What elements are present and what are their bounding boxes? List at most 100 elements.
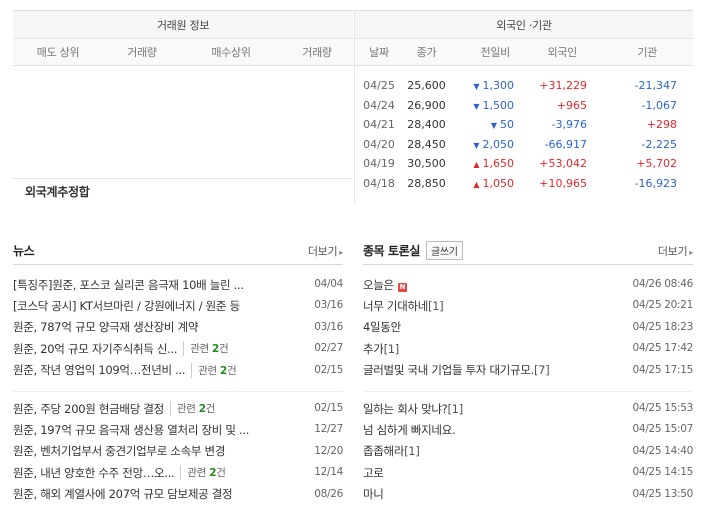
broker-info-panel: 거래원 정보 매도 상위 거래량 매수상위 거래량 외국계추정합	[13, 10, 353, 204]
news-headline[interactable]: 원준, 20억 규모 자기주식취득 신...	[13, 341, 177, 357]
post-item[interactable]: 오늘은 N 04/26 08:46	[363, 274, 693, 295]
news-date: 12/20	[314, 444, 343, 457]
post-title-wrap[interactable]: 일하는 회사 맞냐?[1]	[363, 401, 463, 417]
news-headline[interactable]: 원준, 내년 양호한 수주 전망…오...	[13, 465, 174, 481]
related-label: 관련	[176, 403, 196, 416]
news-item[interactable]: 원준, 해외 계열사에 207억 규모 담보제공 결정 08/26	[13, 484, 343, 505]
table-row: 04/19 30,500 ▲ 1,650 +53,042 +5,702	[355, 154, 693, 174]
news-headline[interactable]: 원준, 197억 규모 음극재 생산용 열처리 장비 및 ...	[13, 422, 249, 438]
post-item[interactable]: 고로 04/25 14:15	[363, 462, 693, 483]
comment-count: [1]	[428, 299, 444, 314]
discussion-section: 종목 토론실 글쓰기 더보기 ▸ 오늘은 N 04/26 08:46 너무 기대하네[1…	[363, 237, 693, 505]
row-date: 04/18	[363, 176, 395, 190]
post-title-wrap[interactable]: 글러벌및 국내 기업들 투자 대기규모.[7]	[363, 362, 549, 378]
chevron-right-icon: ▸	[689, 248, 693, 257]
post-title-wrap[interactable]: 오늘은 N	[363, 277, 407, 293]
post-item[interactable]: 너무 기대하네[1] 04/25 20:21	[363, 295, 693, 316]
divider	[363, 381, 693, 392]
post-title-wrap[interactable]: 너무 기대하네[1]	[363, 298, 443, 314]
row-foreign: +31,229	[539, 79, 587, 93]
post-date: 04/25 17:15	[632, 363, 693, 376]
news-item[interactable]: 원준, 작년 영업익 109억…전년비 ... 관련 2건 02/15	[13, 360, 343, 381]
news-more-link[interactable]: 더보기 ▸	[308, 243, 343, 259]
header-date: 날짜	[369, 46, 389, 59]
row-close: 26,900	[407, 98, 446, 112]
row-change-value: 2,050	[482, 137, 515, 151]
post-title[interactable]: 마니	[363, 487, 384, 501]
post-title[interactable]: 넘 심하게 빠지네요.	[363, 423, 455, 437]
post-title-wrap[interactable]: 4일동안	[363, 319, 401, 335]
row-close: 25,600	[407, 79, 446, 93]
related-count: 2	[219, 364, 227, 377]
news-item[interactable]: 원준, 주당 200원 현금배당 결정 관련 2건 02/15	[13, 398, 343, 419]
news-more-label: 더보기	[307, 245, 338, 258]
post-item[interactable]: 추가[1] 04/25 17:42	[363, 338, 693, 359]
news-headline[interactable]: 원준, 작년 영업익 109억…전년비 ...	[13, 362, 185, 378]
post-date: 04/25 15:07	[632, 423, 693, 436]
post-item[interactable]: 4일동안 04/25 18:23	[363, 317, 693, 338]
post-title[interactable]: 일하는 회사 맞냐?	[363, 402, 448, 416]
related-news-count[interactable]: 관련 2건	[183, 341, 229, 357]
news-header: 뉴스 더보기 ▸	[13, 237, 343, 265]
row-foreign: +53,042	[539, 157, 587, 171]
post-title-wrap[interactable]: 좁좁해라[1]	[363, 443, 420, 459]
post-title-wrap[interactable]: 고로	[363, 465, 384, 481]
post-title-wrap[interactable]: 넘 심하게 빠지네요.	[363, 422, 455, 438]
post-item[interactable]: 좁좁해라[1] 04/25 14:40	[363, 441, 693, 462]
post-date: 04/25 17:42	[632, 342, 693, 355]
header-buy-top: 매수상위	[211, 46, 251, 59]
table-row: 04/24 26,900 ▼ 1,500 +965 -1,067	[355, 96, 693, 116]
related-news-count[interactable]: 관련 2건	[191, 362, 237, 378]
related-news-count[interactable]: 관련 2건	[169, 401, 215, 417]
row-change-value: 1,500	[482, 98, 515, 112]
post-date: 04/25 14:40	[632, 444, 693, 457]
chevron-right-icon: ▸	[339, 248, 343, 257]
post-title[interactable]: 고로	[363, 466, 384, 480]
news-headline[interactable]: [특징주]원준, 포스코 실리콘 음극재 10배 늘린 ...	[13, 277, 244, 293]
post-title[interactable]: 너무 기대하네	[363, 299, 428, 313]
news-headline[interactable]: 원준, 주당 200원 현금배당 결정	[13, 401, 164, 417]
post-title-wrap[interactable]: 추가[1]	[363, 341, 399, 357]
news-item[interactable]: [특징주]원준, 포스코 실리콘 음극재 10배 늘린 ... 04/04	[13, 274, 343, 295]
row-change: ▼ 1,300	[450, 79, 520, 92]
post-item[interactable]: 글러벌및 국내 기업들 투자 대기규모.[7] 04/25 17:15	[363, 360, 693, 381]
post-title[interactable]: 오늘은	[363, 278, 394, 292]
row-date: 04/24	[363, 98, 395, 112]
new-badge-icon: N	[397, 282, 407, 292]
news-headline[interactable]: 원준, 787억 규모 양극재 생산장비 계약	[13, 319, 198, 335]
table-row: 04/20 28,450 ▼ 2,050 -66,917 -2,225	[355, 135, 693, 155]
news-item[interactable]: 원준, 197억 규모 음극재 생산용 열처리 장비 및 ... 12/27	[13, 419, 343, 440]
news-headline[interactable]: [코스닥 공시] KT서브마린 / 강원에너지 / 원준 등	[13, 298, 240, 314]
triangle-down-icon: ▼	[473, 82, 480, 92]
row-change: ▼ 2,050	[450, 138, 520, 151]
post-title[interactable]: 4일동안	[363, 320, 401, 334]
write-button[interactable]: 글쓰기	[425, 241, 463, 260]
news-date: 02/15	[314, 363, 343, 376]
news-date: 12/14	[314, 466, 343, 479]
news-item[interactable]: [코스닥 공시] KT서브마린 / 강원에너지 / 원준 등 03/16	[13, 295, 343, 316]
discussion-more-link[interactable]: 더보기 ▸	[658, 243, 693, 259]
post-title[interactable]: 좁좁해라	[363, 444, 404, 458]
news-item[interactable]: 원준, 내년 양호한 수주 전망…오... 관련 2건 12/14	[13, 462, 343, 483]
row-close: 28,450	[407, 137, 446, 151]
news-headline[interactable]: 원준, 벤처기업부서 중견기업부로 소속부 변경	[13, 443, 225, 459]
discussion-list: 오늘은 N 04/26 08:46 너무 기대하네[1] 04/25 20:21 4일동안…	[363, 265, 693, 505]
row-change-value: 1,650	[482, 157, 515, 171]
news-item[interactable]: 원준, 787억 규모 양극재 생산장비 계약 03/16	[13, 317, 343, 338]
table-row: 04/21 28,400 ▼ 50 -3,976 +298	[355, 115, 693, 135]
triangle-down-icon: ▼	[473, 101, 480, 111]
row-institution: -2,225	[641, 137, 677, 151]
triangle-up-icon: ▲	[473, 179, 480, 189]
post-item[interactable]: 일하는 회사 맞냐?[1] 04/25 15:53	[363, 398, 693, 419]
news-headline[interactable]: 원준, 해외 계열사에 207억 규모 담보제공 결정	[13, 486, 232, 502]
post-title-wrap[interactable]: 마니	[363, 486, 384, 502]
post-item[interactable]: 넘 심하게 빠지네요. 04/25 15:07	[363, 419, 693, 440]
related-news-count[interactable]: 관련 2건	[180, 465, 226, 481]
comment-count: [7]	[533, 363, 550, 378]
news-item[interactable]: 원준, 20억 규모 자기주식취득 신... 관련 2건 02/27	[13, 338, 343, 359]
post-title[interactable]: 추가	[363, 342, 384, 356]
post-title[interactable]: 글러벌및 국내 기업들 투자 대기규모.	[363, 363, 534, 377]
news-item[interactable]: 원준, 벤처기업부서 중견기업부로 소속부 변경 12/20	[13, 441, 343, 462]
header-volume: 거래량	[127, 46, 157, 59]
post-item[interactable]: 마니 04/25 13:50	[363, 484, 693, 505]
